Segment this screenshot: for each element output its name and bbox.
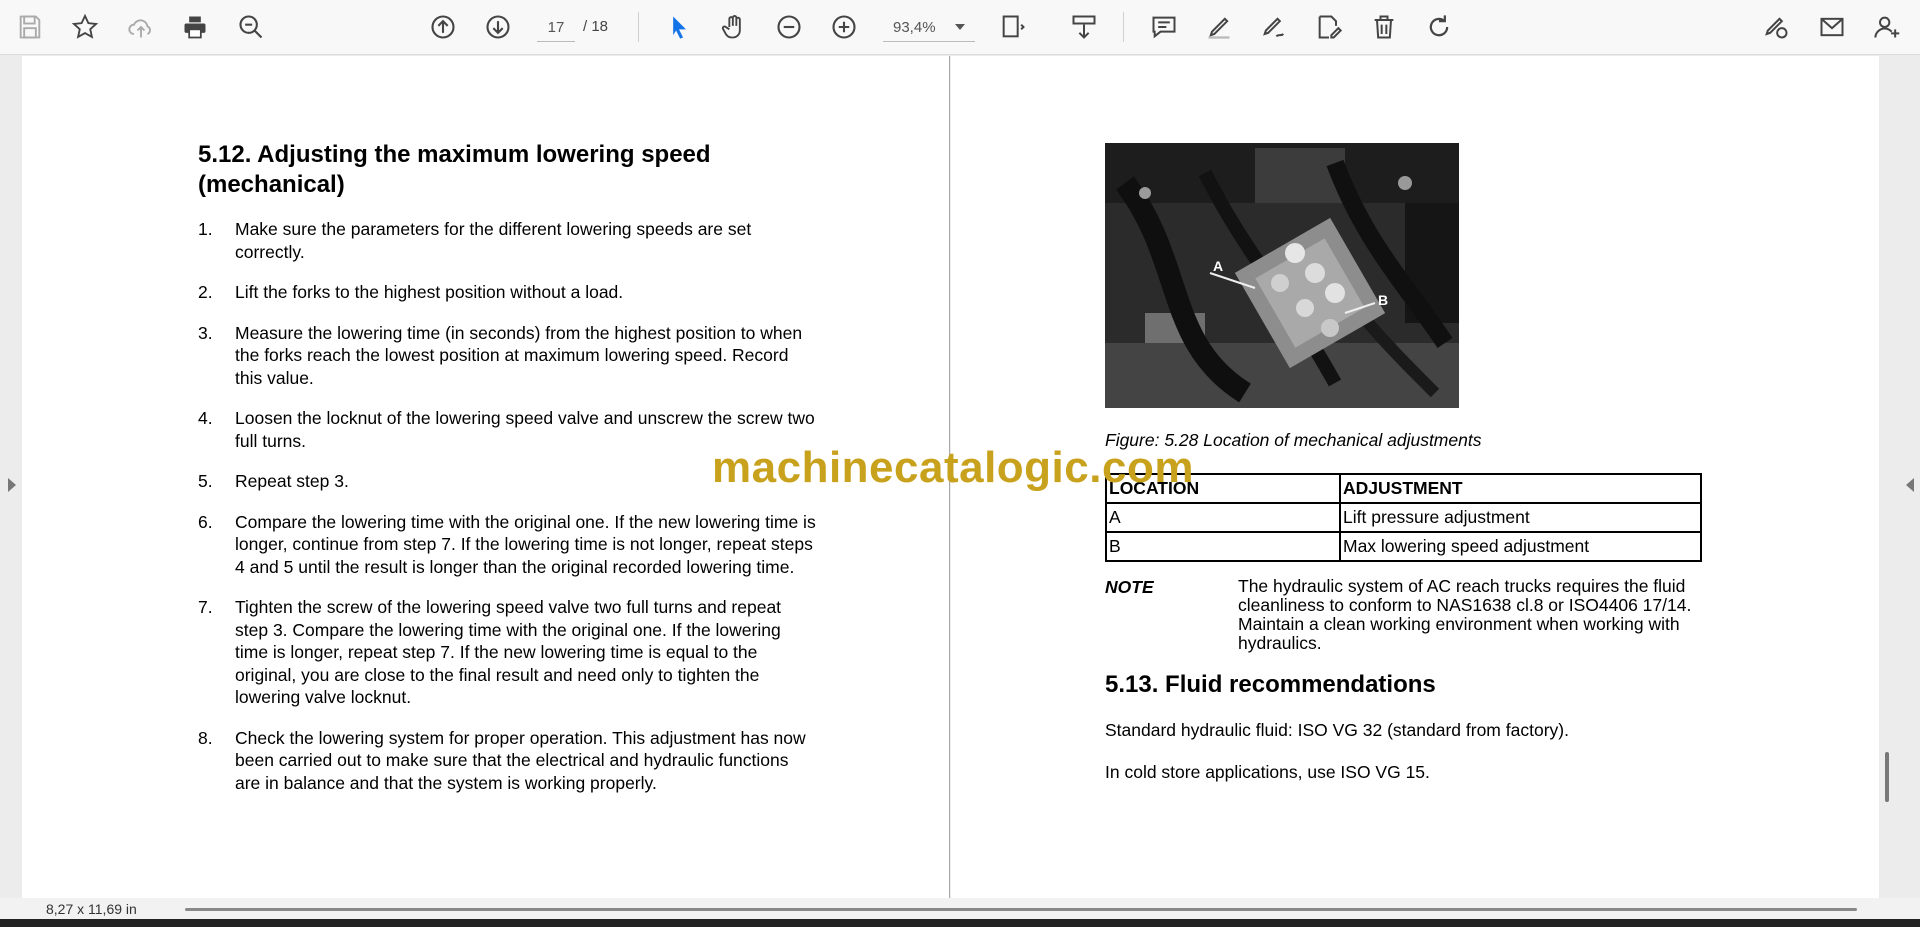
step-number: 5. (198, 471, 213, 491)
list-item: 6. Compare the lowering time with the ori… (198, 511, 818, 579)
table-row: A Lift pressure adjustment (1105, 502, 1702, 533)
table-row: B Max lowering speed adjustment (1105, 531, 1702, 562)
left-panel-toggle-icon[interactable] (8, 478, 16, 492)
sign-icon[interactable] (1257, 10, 1291, 44)
add-user-icon[interactable] (1870, 10, 1904, 44)
page-up-icon[interactable] (426, 10, 460, 44)
mail-icon[interactable] (1815, 10, 1849, 44)
step-number: 8. (198, 727, 213, 748)
zoom-dropdown-caret[interactable] (955, 24, 965, 30)
note-label: NOTE (1105, 577, 1154, 597)
step-number: 1. (198, 219, 213, 239)
step-number: 7. (198, 597, 213, 617)
list-item: 2. Lift the forks to the highest position… (198, 281, 818, 304)
zoom-in-icon[interactable] (827, 10, 861, 44)
toolbar-divider (638, 12, 639, 42)
right-panel-toggle-icon[interactable] (1906, 478, 1914, 492)
watermark: machinecatalogic.com (712, 443, 1194, 492)
step-text: Repeat step 3. (235, 471, 349, 491)
adjustment-table: LOCATION ADJUSTMENT A Lift pressure adju… (1105, 473, 1702, 562)
page-number-input[interactable] (537, 14, 575, 42)
delete-icon[interactable] (1367, 10, 1401, 44)
status-bar: 8,27 x 11,69 in (0, 898, 1920, 919)
step-number: 3. (198, 322, 213, 343)
page-size-label: 8,27 x 11,69 in (46, 901, 137, 917)
step-text: Check the lowering system for proper ope… (235, 727, 806, 793)
zoom-out-icon[interactable] (772, 10, 806, 44)
cloud-upload-icon[interactable] (124, 10, 158, 44)
step-text: Tighten the screw of the lowering speed … (235, 597, 782, 707)
step-text: Make sure the parameters for the differe… (235, 219, 752, 262)
vertical-scrollbar[interactable] (1885, 752, 1889, 802)
highlight-pen-icon[interactable] (1202, 10, 1236, 44)
step-text: Lift the forks to the highest position w… (235, 282, 624, 302)
paragraph: Standard hydraulic fluid: ISO VG 32 (sta… (1105, 720, 1569, 740)
list-item: 1. Make sure the parameters for the diffe… (198, 218, 818, 263)
edit-share-icon[interactable] (1312, 10, 1346, 44)
download-icon[interactable] (1067, 10, 1101, 44)
page-down-icon[interactable] (481, 10, 515, 44)
bookmark-star-icon[interactable] (68, 10, 102, 44)
hydraulic-valve-photo: A B (1105, 143, 1459, 408)
table-cell: Lift pressure adjustment (1339, 502, 1702, 533)
save-icon[interactable] (13, 10, 47, 44)
note-text: The hydraulic system of AC reach trucks … (1238, 576, 1692, 653)
horizontal-scrollbar[interactable] (185, 908, 1857, 911)
step-number: 6. (198, 511, 213, 532)
step-text: Compare the lowering time with the origi… (235, 511, 816, 577)
table-cell: B (1105, 531, 1341, 562)
steps-list: 1. Make sure the parameters for the diffe… (198, 218, 818, 812)
zoom-search-icon[interactable] (234, 10, 268, 44)
step-number: 4. (198, 408, 213, 428)
list-item: 3. Measure the lowering time (in seconds)… (198, 322, 818, 390)
taskbar-strip (0, 919, 1920, 927)
section-title: 5.13. Fluid recommendations (1105, 671, 1436, 698)
photo-label-a: A (1213, 258, 1223, 274)
rotate-icon[interactable] (1422, 10, 1456, 44)
list-item: 7. Tighten the screw of the lowering spee… (198, 596, 818, 709)
table-header-cell: ADJUSTMENT (1339, 473, 1702, 504)
fit-page-icon[interactable] (996, 10, 1030, 44)
page-total: / 18 (583, 18, 609, 35)
table-cell: Max lowering speed adjustment (1339, 531, 1702, 562)
photo-label-b: B (1378, 292, 1388, 308)
table-cell: A (1105, 502, 1341, 533)
print-icon[interactable] (178, 10, 212, 44)
share-link-icon[interactable] (1759, 10, 1793, 44)
step-number: 2. (198, 282, 213, 302)
section-title: 5.12. Adjusting the maximum lowering spe… (198, 141, 711, 198)
comment-icon[interactable] (1147, 10, 1181, 44)
select-arrow-icon[interactable] (662, 10, 696, 44)
toolbar-divider (1123, 12, 1124, 42)
table-header-row: LOCATION ADJUSTMENT (1105, 473, 1702, 504)
list-item: 8. Check the lowering system for proper o… (198, 727, 818, 795)
paragraph: In cold store applications, use ISO VG 1… (1105, 762, 1430, 782)
step-text: Measure the lowering time (in seconds) f… (235, 322, 803, 388)
hand-tool-icon[interactable] (717, 10, 751, 44)
toolbar: / 18 93,4% (0, 0, 1920, 55)
